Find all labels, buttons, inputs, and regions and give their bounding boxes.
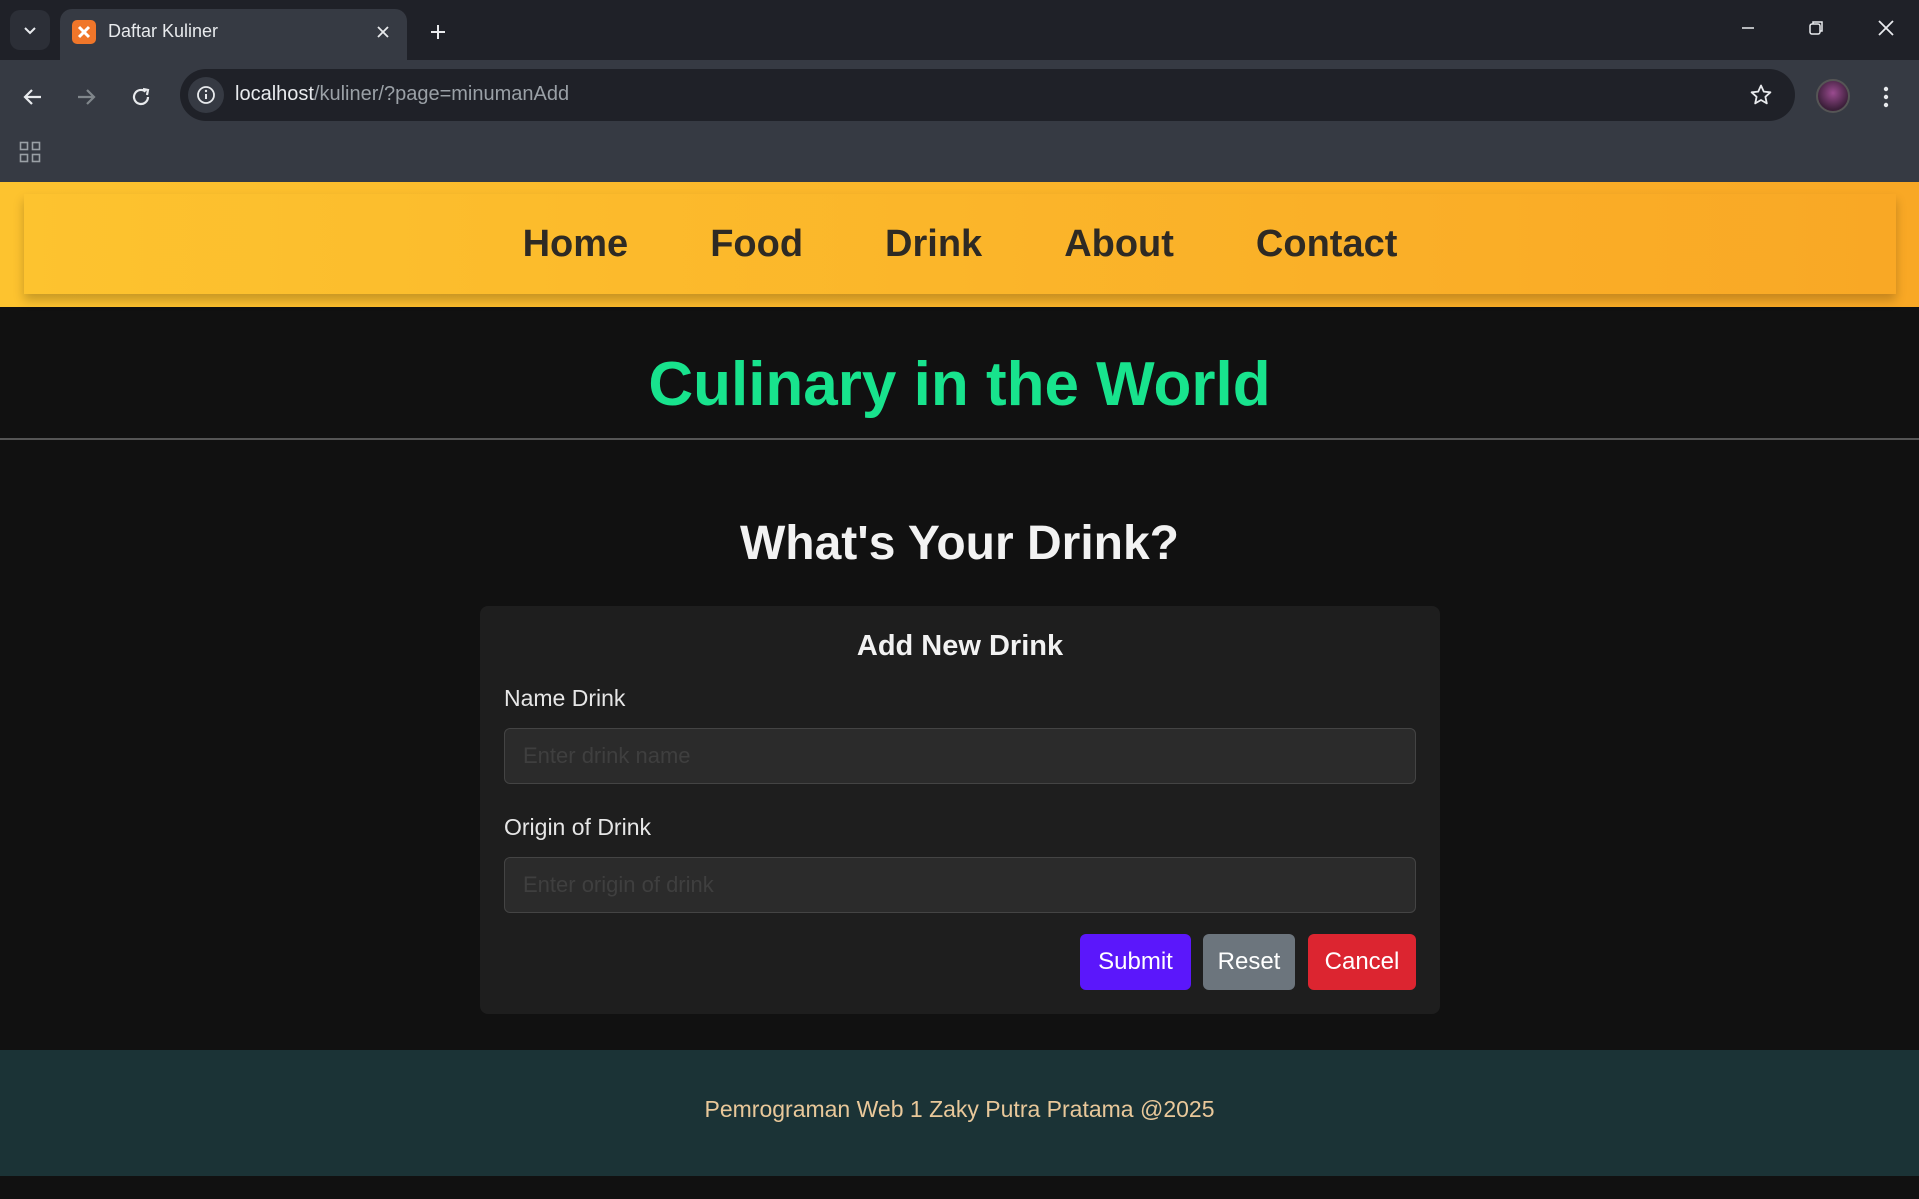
nav-link-contact[interactable]: Contact bbox=[1256, 223, 1397, 266]
apps-grid-button[interactable] bbox=[14, 136, 46, 168]
site-info-icon[interactable] bbox=[188, 77, 224, 113]
submit-button[interactable]: Submit bbox=[1080, 934, 1191, 990]
footer-text: Pemrograman Web 1 Zaky Putra Pratama @20… bbox=[704, 1096, 1215, 1122]
site-title: Culinary in the World bbox=[648, 350, 1271, 419]
nav-link-drink[interactable]: Drink bbox=[885, 223, 982, 266]
tab-close-icon[interactable] bbox=[371, 20, 395, 44]
nav-link-food[interactable]: Food bbox=[710, 223, 803, 266]
restore-icon bbox=[1809, 21, 1823, 35]
more-vertical-icon bbox=[1883, 86, 1889, 108]
name-drink-input[interactable] bbox=[504, 728, 1416, 784]
nav-link-about[interactable]: About bbox=[1064, 223, 1174, 266]
browser-toolbar: localhost/kuliner/?page=minumanAdd bbox=[0, 60, 1919, 188]
header-divider bbox=[0, 438, 1919, 440]
close-icon bbox=[1878, 20, 1894, 36]
arrow-left-icon bbox=[23, 89, 41, 105]
new-tab-button[interactable] bbox=[420, 14, 456, 50]
reset-button[interactable]: Reset bbox=[1203, 934, 1295, 990]
address-bar[interactable]: localhost/kuliner/?page=minumanAdd bbox=[180, 69, 1795, 121]
back-button[interactable] bbox=[13, 77, 53, 117]
minimize-icon bbox=[1742, 27, 1754, 29]
arrow-right-icon bbox=[78, 89, 96, 105]
tab-search-button[interactable] bbox=[10, 10, 50, 50]
form-title: Add New Drink bbox=[856, 630, 1064, 662]
browser-tab-bar: Daftar Kuliner bbox=[0, 0, 1919, 60]
nav-band: Home Food Drink About Contact bbox=[0, 182, 1919, 307]
page-content: Home Food Drink About Contact Culinary i… bbox=[0, 182, 1919, 1199]
browser-tab[interactable]: Daftar Kuliner bbox=[60, 9, 407, 60]
url-text[interactable]: localhost/kuliner/?page=minumanAdd bbox=[235, 83, 569, 106]
xampp-favicon-icon bbox=[72, 20, 96, 44]
bookmark-star-icon[interactable] bbox=[1747, 81, 1775, 109]
browser-menu-button[interactable] bbox=[1870, 77, 1902, 117]
origin-drink-input[interactable] bbox=[504, 857, 1416, 913]
nav-link-home[interactable]: Home bbox=[523, 223, 629, 266]
tab-title: Daftar Kuliner bbox=[108, 21, 219, 41]
reload-button[interactable] bbox=[121, 77, 161, 117]
page-footer: Pemrograman Web 1 Zaky Putra Pratama @20… bbox=[0, 1050, 1919, 1176]
name-drink-label: Name Drink bbox=[504, 685, 626, 711]
close-window-button[interactable] bbox=[1866, 8, 1906, 48]
url-path: /kuliner/?page=minumanAdd bbox=[313, 83, 570, 105]
add-drink-form: Add New Drink Name Drink Origin of Drink… bbox=[480, 606, 1440, 1014]
minimize-button[interactable] bbox=[1728, 8, 1768, 48]
apps-grid-icon bbox=[19, 141, 41, 163]
url-host: localhost bbox=[235, 83, 314, 105]
forward-button[interactable] bbox=[66, 77, 106, 117]
section-title: What's Your Drink? bbox=[739, 517, 1179, 570]
chevron-down-icon bbox=[24, 27, 36, 35]
reload-icon bbox=[132, 87, 150, 106]
restore-button[interactable] bbox=[1796, 8, 1836, 48]
plus-icon bbox=[431, 25, 445, 39]
profile-avatar[interactable] bbox=[1816, 79, 1850, 113]
cancel-button[interactable]: Cancel bbox=[1308, 934, 1416, 990]
origin-drink-label: Origin of Drink bbox=[504, 814, 651, 840]
main-navbar: Home Food Drink About Contact bbox=[24, 194, 1896, 294]
